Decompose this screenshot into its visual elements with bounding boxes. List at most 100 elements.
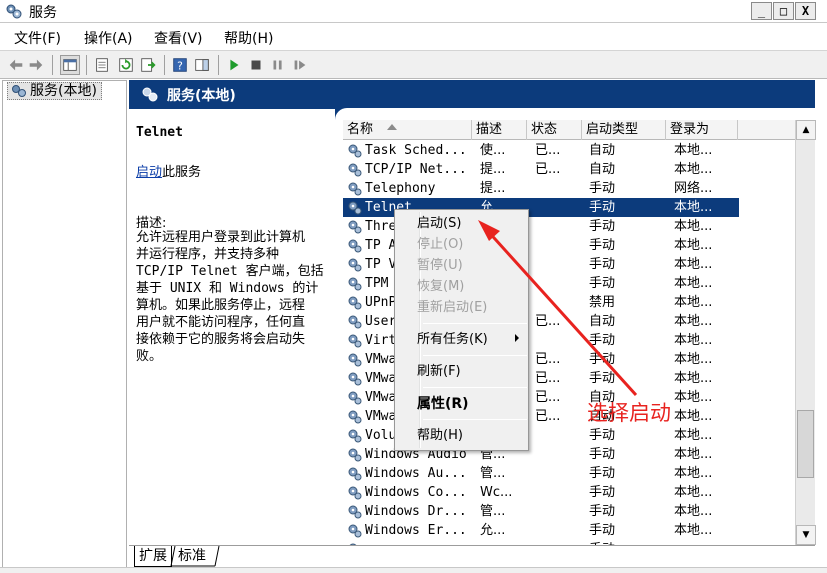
service-gear-icon <box>348 163 362 177</box>
service-gear-icon <box>348 429 362 443</box>
show-hide-action-pane-icon[interactable] <box>192 55 212 75</box>
table-row[interactable]: Windows Dr... 管... 手动 本地... <box>343 502 739 521</box>
row-log-on-as-cell: 本地... <box>674 371 713 386</box>
column-header-status[interactable]: 状态 <box>527 120 582 140</box>
row-log-on-as-cell: 本地... <box>674 466 713 481</box>
close-button[interactable]: X <box>795 2 816 20</box>
console-tree-icon[interactable] <box>60 55 80 75</box>
row-startup-type-cell: 手动 <box>589 276 616 291</box>
table-row[interactable]: Telephony 提... 手动 网络... <box>343 179 739 198</box>
menu-separator <box>423 323 527 324</box>
scroll-down-arrow-icon[interactable]: ▼ <box>796 525 816 545</box>
row-startup-type-cell: 手动 <box>589 371 616 386</box>
table-row[interactable]: Task Sched... 使... 已... 自动 本地... <box>343 141 739 160</box>
row-startup-type-cell: 手动 <box>589 352 616 367</box>
row-startup-type-cell: 自动 <box>589 143 616 158</box>
forward-icon[interactable] <box>26 55 46 75</box>
row-name-cell: Telephony <box>365 181 436 196</box>
details-header: 服务(本地) <box>129 80 815 109</box>
minimize-button[interactable]: _ <box>751 2 772 20</box>
menu-action[interactable]: 操作(A) <box>84 28 133 48</box>
row-name-cell: TCP/IP Net... <box>365 162 467 177</box>
toolbar-separator <box>52 55 53 75</box>
details-header-title: 服务(本地) <box>167 88 236 104</box>
status-bar <box>0 567 827 573</box>
toolbar-separator <box>86 55 87 75</box>
row-description-cell: 允... <box>480 523 506 538</box>
description-line: 算机。如果此服务停止，远程 <box>136 298 306 313</box>
row-name-cell: Windows Er... <box>365 523 467 538</box>
maximize-button[interactable]: □ <box>773 2 794 20</box>
menu-file[interactable]: 文件(F) <box>14 28 61 48</box>
service-gear-icon <box>348 486 362 500</box>
scrollbar-thumb[interactable] <box>797 410 814 478</box>
start-service-link[interactable]: 启动 <box>136 165 162 180</box>
row-description-cell: 使... <box>480 143 506 158</box>
scroll-up-arrow-icon[interactable]: ▲ <box>796 120 816 140</box>
menu-item-pause[interactable]: 暂停(U) <box>417 256 463 276</box>
service-gear-icon <box>348 410 362 424</box>
menu-view[interactable]: 查看(V) <box>154 28 203 48</box>
stop-service-icon[interactable] <box>246 55 266 75</box>
vertical-scrollbar[interactable]: ▲ ▼ <box>795 120 816 545</box>
service-gear-icon <box>348 505 362 519</box>
service-gear-icon <box>348 315 362 329</box>
row-log-on-as-cell: 本地... <box>674 523 713 538</box>
export-list-icon[interactable] <box>138 55 158 75</box>
start-service-link-suffix: 此服务 <box>162 165 202 180</box>
tree-item-services-local[interactable]: 服务(本地) <box>7 82 102 100</box>
menu-item-start[interactable]: 启动(S) <box>417 214 461 234</box>
row-startup-type-cell: 手动 <box>589 447 616 462</box>
row-log-on-as-cell: 本地... <box>674 219 713 234</box>
row-log-on-as-cell: 本地... <box>674 485 713 500</box>
row-status-cell: 已... <box>535 352 561 367</box>
properties-sheet-icon[interactable] <box>92 55 112 75</box>
menu-separator <box>423 355 527 356</box>
row-status-cell: 已... <box>535 390 561 405</box>
row-log-on-as-cell: 本地... <box>674 428 713 443</box>
tab-extended[interactable]: 扩展 <box>134 546 172 567</box>
menu-item-all-tasks[interactable]: 所有任务(K) <box>417 330 488 350</box>
row-log-on-as-cell: 本地... <box>674 504 713 519</box>
back-icon[interactable] <box>6 55 26 75</box>
refresh-icon[interactable] <box>116 55 136 75</box>
row-description-cell: 管... <box>480 466 506 481</box>
tab-outline <box>170 546 220 567</box>
menu-item-restart[interactable]: 重新启动(E) <box>417 298 487 318</box>
row-startup-type-cell: 手动 <box>589 200 616 215</box>
restart-service-icon[interactable] <box>290 55 310 75</box>
service-name-title: Telnet <box>136 125 183 140</box>
context-menu: 启动(S) 停止(O) 暂停(U) 恢复(M) 重新启动(E) 所有任务(K) … <box>394 209 529 451</box>
toolbar-separator <box>218 55 219 75</box>
row-startup-type-cell: 手动 <box>589 428 616 443</box>
row-name-cell: Windows Dr... <box>365 504 467 519</box>
menu-item-help[interactable]: 帮助(H) <box>417 426 463 446</box>
help-icon[interactable]: ? <box>170 55 190 75</box>
menu-item-refresh[interactable]: 刷新(F) <box>417 362 461 382</box>
description-line: 用户就不能访问程序，任何直 <box>136 315 306 330</box>
column-header-startup-type[interactable]: 启动类型 <box>582 120 666 140</box>
toolbar: ? <box>0 51 827 79</box>
row-startup-type-cell: 禁用 <box>589 295 616 310</box>
column-header-log-on-as[interactable]: 登录为 <box>666 120 738 140</box>
menu-help[interactable]: 帮助(H) <box>224 28 273 48</box>
description-line: 允许远程用户登录到此计算机 <box>136 230 306 245</box>
column-header-name[interactable]: 名称 <box>343 120 472 140</box>
row-log-on-as-cell: 本地... <box>674 257 713 272</box>
menu-separator <box>423 387 527 388</box>
menu-item-stop[interactable]: 停止(O) <box>417 235 463 255</box>
table-row[interactable]: Windows Co... Wc... 手动 本地... <box>343 483 739 502</box>
menu-item-resume[interactable]: 恢复(M) <box>417 277 464 297</box>
table-row[interactable]: Windows Er... 允... 手动 本地... <box>343 521 739 540</box>
row-startup-type-cell: 手动 <box>589 504 616 519</box>
service-gear-icon <box>348 182 362 196</box>
row-status-cell: 已... <box>535 314 561 329</box>
menu-bar: 文件(F) 操作(A) 查看(V) 帮助(H) <box>0 24 827 51</box>
pause-service-icon[interactable] <box>268 55 288 75</box>
start-service-icon[interactable] <box>224 55 244 75</box>
menu-item-properties[interactable]: 属性(R) <box>417 394 469 414</box>
column-header-description[interactable]: 描述 <box>472 120 527 140</box>
table-row[interactable]: TCP/IP Net... 提... 已... 自动 本地... <box>343 160 739 179</box>
submenu-arrow-icon <box>515 334 519 342</box>
table-row[interactable]: Windows Au... 管... 手动 本地... <box>343 464 739 483</box>
